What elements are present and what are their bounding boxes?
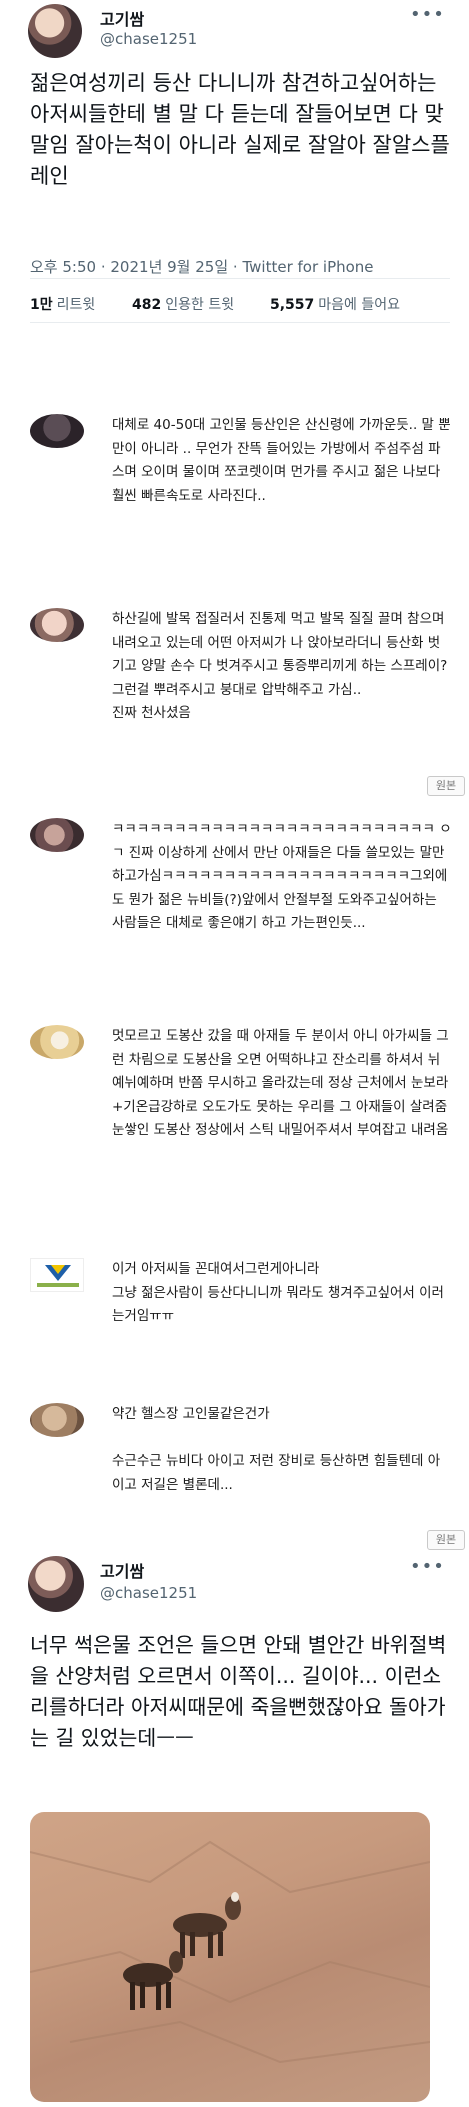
tweet-header: 고기쌈 @chase1251 ••• — [0, 1556, 469, 1616]
author-handle[interactable]: @chase1251 — [100, 30, 197, 48]
quote-stat[interactable]: 482 인용한 트윗 — [132, 294, 234, 314]
goats-on-cliff-image — [30, 1840, 430, 2064]
tweet-text: 젊은여성끼리 등산 다니니까 참견하고싶어하는 아저씨들한테 별 말 다 듣는데… — [30, 71, 450, 188]
comment-text: 약간 헬스장 고인물같은건가 수근수근 뉴비다 아이고 저런 장비로 등산하면 … — [112, 1406, 441, 1493]
divider — [30, 278, 450, 279]
author-avatar[interactable] — [28, 1556, 84, 1612]
comment-item: 대체로 40-50대 고인물 등산인은 산신령에 가까운듯.. 말 뿐만이 아니… — [30, 414, 451, 544]
like-count: 5,557 — [270, 297, 315, 313]
commenter-avatar[interactable] — [30, 414, 84, 448]
tweet-header: 고기쌈 @chase1251 ••• — [0, 0, 469, 60]
comment-item: 이거 아저씨들 꼰대여서그런게아니라 그냥 젊은사람이 등산다니니까 뭐라도 챙… — [30, 1258, 450, 1328]
comment-text: 이거 아저씨들 꼰대여서그런게아니라 그냥 젊은사람이 등산다니니까 뭐라도 챙… — [112, 1261, 444, 1324]
commenter-avatar[interactable] — [30, 1025, 84, 1059]
commenter-avatar[interactable] — [30, 1403, 84, 1437]
tweet-source[interactable]: Twitter for iPhone — [242, 258, 373, 276]
more-options-icon[interactable]: ••• — [410, 1556, 445, 1577]
like-stat[interactable]: 5,557 마음에 들어요 — [270, 294, 400, 314]
commenter-avatar[interactable] — [30, 1258, 84, 1292]
goat-icon — [173, 1892, 241, 1958]
author-name[interactable]: 고기쌈 — [100, 6, 144, 30]
author-avatar[interactable] — [28, 4, 82, 58]
tweet-timestamp: 오후 5:50 · 2021년 9월 25일 · Twitter for iPh… — [30, 256, 374, 277]
comment-text: ㅋㅋㅋㅋㅋㅋㅋㅋㅋㅋㅋㅋㅋㅋㅋㅋㅋㅋㅋㅋㅋㅋㅋㅋㅋㅋ ㅇㄱ 진짜 이상하게 산에… — [112, 821, 452, 931]
more-options-icon[interactable]: ••• — [410, 4, 445, 25]
tweet-time[interactable]: 오후 5:50 — [30, 258, 96, 276]
origin-badge[interactable]: 원본 — [427, 1530, 465, 1550]
commenter-avatar[interactable] — [30, 608, 84, 642]
tweet-photo[interactable] — [30, 1812, 430, 2102]
comment-text: 하산길에 발목 접질러서 진통제 먹고 발목 질질 끌며 참으며 내려오고 있는… — [112, 611, 448, 721]
retweet-count: 1만 — [30, 297, 53, 313]
goat-icon — [123, 1951, 183, 2010]
retweet-label: 리트윗 — [56, 297, 96, 313]
comment-item: 하산길에 발목 접질러서 진통제 먹고 발목 질질 끌며 참으며 내려오고 있는… — [30, 608, 450, 758]
origin-badge[interactable]: 원본 — [427, 776, 465, 796]
tweet-text: 너무 썩은물 조언은 들으면 안돼 별안간 바위절벽을 산양처럼 오르면서 이쪽… — [30, 1633, 447, 1750]
commenter-avatar[interactable] — [30, 818, 84, 852]
retweet-stat[interactable]: 1만 리트윗 — [30, 294, 95, 314]
author-name[interactable]: 고기쌈 — [100, 1558, 144, 1582]
divider — [30, 322, 450, 323]
quote-label: 인용한 트윗 — [165, 297, 235, 313]
tweet-date[interactable]: 2021년 9월 25일 — [110, 258, 228, 276]
comment-text: 멋모르고 도봉산 갔을 때 아재들 두 분이서 아니 아가씨들 그런 차림으로 … — [112, 1028, 449, 1138]
comment-item: 멋모르고 도봉산 갔을 때 아재들 두 분이서 아니 아가씨들 그런 차림으로 … — [30, 1025, 450, 1195]
meta-separator: · — [100, 258, 111, 276]
like-label: 마음에 들어요 — [318, 297, 401, 313]
logo-icon — [37, 1265, 79, 1287]
comment-text: 대체로 40-50대 고인물 등산인은 산신령에 가까운듯.. 말 뿐만이 아니… — [112, 417, 451, 504]
quote-count: 482 — [132, 297, 162, 313]
tweet-stats: 1만 리트윗 482 인용한 트윗 5,557 마음에 들어요 — [30, 284, 450, 318]
comment-item: 약간 헬스장 고인물같은건가 수근수근 뉴비다 아이고 저런 장비로 등산하면 … — [30, 1403, 450, 1493]
author-handle[interactable]: @chase1251 — [100, 1584, 197, 1602]
comment-item: ㅋㅋㅋㅋㅋㅋㅋㅋㅋㅋㅋㅋㅋㅋㅋㅋㅋㅋㅋㅋㅋㅋㅋㅋㅋㅋ ㅇㄱ 진짜 이상하게 산에… — [30, 818, 452, 978]
